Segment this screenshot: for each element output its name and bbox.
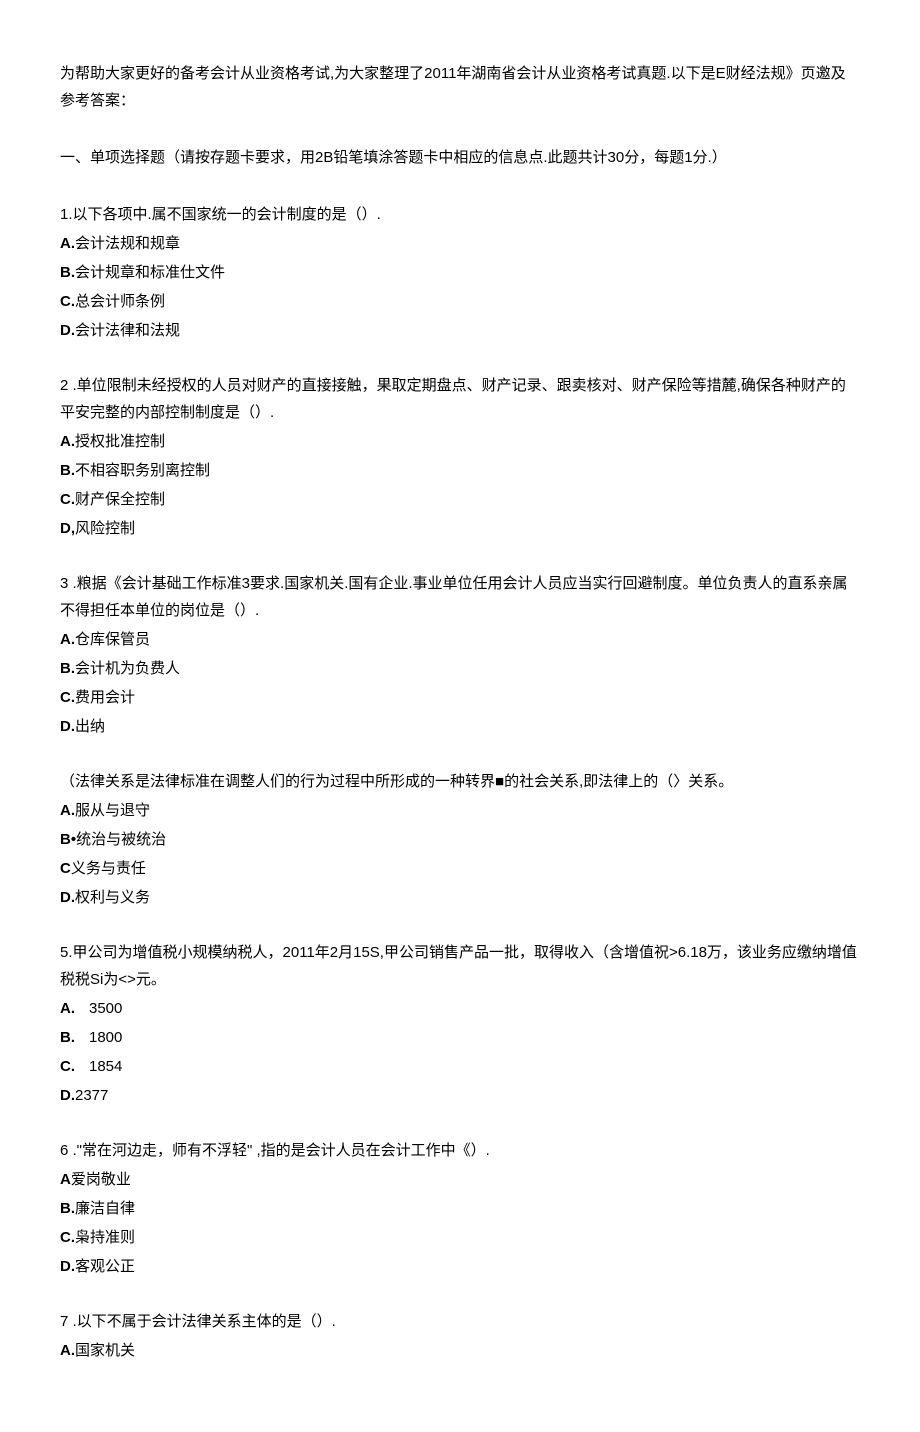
- question-option: A.仓库保管员: [60, 626, 860, 653]
- question-option: D.2377: [60, 1082, 860, 1109]
- option-text: 总会计师条例: [75, 293, 165, 310]
- option-text: 统治与被统治: [76, 831, 166, 848]
- option-label: C.: [60, 491, 75, 508]
- option-label: A.: [60, 1000, 75, 1017]
- question-option: A爱岗敬业: [60, 1166, 860, 1193]
- option-label: A: [60, 1171, 71, 1188]
- question-option: C.总会计师条例: [60, 288, 860, 315]
- option-text: 会计机为负费人: [75, 660, 180, 677]
- question-option: C义务与责任: [60, 855, 860, 882]
- option-label: B.: [60, 264, 75, 281]
- question-stem: 2 .单位限制未经授权的人员对财产的直接接触，果取定期盘点、财产记录、跟卖核对、…: [60, 372, 860, 426]
- option-text: 廉洁自律: [75, 1200, 135, 1217]
- option-label: C.: [60, 689, 75, 706]
- option-text: 1854: [89, 1058, 122, 1075]
- option-label: B.: [60, 1200, 75, 1217]
- option-text: 风险控制: [75, 520, 135, 537]
- questions-container: 1.以下各项中.属不国家统一的会计制度的是（）.A.会计法规和规章B.会计规章和…: [60, 201, 860, 1364]
- option-text: 爱岗敬业: [71, 1171, 131, 1188]
- question-option: C.费用会计: [60, 684, 860, 711]
- question-stem: 1.以下各项中.属不国家统一的会计制度的是（）.: [60, 201, 860, 228]
- option-label: D.: [60, 1087, 75, 1104]
- option-label: B.: [60, 1029, 75, 1046]
- question-block: 5.甲公司为增值税小规模纳税人，2011年2月15S,甲公司销售产品一批，取得收…: [60, 939, 860, 1109]
- question-stem: （法律关系是法律标准在调整人们的行为过程中所形成的一种转界■的社会关系,即法律上…: [60, 768, 860, 795]
- question-option: B.会计机为负费人: [60, 655, 860, 682]
- option-label: B•: [60, 831, 76, 848]
- option-label: A.: [60, 433, 75, 450]
- option-label: C.: [60, 1229, 75, 1246]
- option-label: D.: [60, 1258, 75, 1275]
- question-stem: 6 ."常在河边走，师有不浮轻" ,指的是会计人员在会计工作中《）.: [60, 1137, 860, 1164]
- option-label: A.: [60, 802, 75, 819]
- option-label: C.: [60, 1058, 75, 1075]
- option-text: 义务与责任: [71, 860, 146, 877]
- option-text: 服从与退守: [75, 802, 150, 819]
- section-title: 一、单项选择题（请按存题卡要求，用2B铅笔填涂答题卡中相应的信息点.此题共计30…: [60, 144, 860, 171]
- option-label: C: [60, 860, 71, 877]
- option-label: A.: [60, 631, 75, 648]
- question-option: C.财产保全控制: [60, 486, 860, 513]
- option-text: 授权批准控制: [75, 433, 165, 450]
- question-option: C. 1854: [60, 1053, 860, 1080]
- question-stem: 7 .以下不属于会计法律关系主体的是（）.: [60, 1308, 860, 1335]
- question-option: A.会计法规和规章: [60, 230, 860, 257]
- option-text: 3500: [89, 1000, 122, 1017]
- option-text: 2377: [75, 1087, 108, 1104]
- question-block: （法律关系是法律标准在调整人们的行为过程中所形成的一种转界■的社会关系,即法律上…: [60, 768, 860, 911]
- option-text: 1800: [89, 1029, 122, 1046]
- option-label: D.: [60, 718, 75, 735]
- option-text: 权利与义务: [75, 889, 150, 906]
- question-block: 3 .粮据《会计基础工作标准3要求.国家机关.国有企业.事业单位任用会计人员应当…: [60, 570, 860, 740]
- question-option: D.会计法律和法规: [60, 317, 860, 344]
- option-text: 仓库保管员: [75, 631, 150, 648]
- question-option: A.授权批准控制: [60, 428, 860, 455]
- question-option: D,风险控制: [60, 515, 860, 542]
- question-block: 6 ."常在河边走，师有不浮轻" ,指的是会计人员在会计工作中《）.A爱岗敬业B…: [60, 1137, 860, 1280]
- option-text: 国家机关: [75, 1342, 135, 1359]
- intro-paragraph: 为帮助大家更好的备考会计从业资格考试,为大家整理了2011年湖南省会计从业资格考…: [60, 60, 860, 114]
- question-option: D.出纳: [60, 713, 860, 740]
- option-label: B.: [60, 660, 75, 677]
- question-option: B•统治与被统治: [60, 826, 860, 853]
- option-text: 会计规章和标准仕文件: [75, 264, 225, 281]
- question-stem: 5.甲公司为增值税小规模纳税人，2011年2月15S,甲公司销售产品一批，取得收…: [60, 939, 860, 993]
- question-block: 2 .单位限制未经授权的人员对财产的直接接触，果取定期盘点、财产记录、跟卖核对、…: [60, 372, 860, 542]
- option-label: B.: [60, 462, 75, 479]
- question-option: A.服从与退守: [60, 797, 860, 824]
- option-text: 会计法律和法规: [75, 322, 180, 339]
- option-text: 枭持准则: [75, 1229, 135, 1246]
- option-text: 客观公正: [75, 1258, 135, 1275]
- question-option: B. 1800: [60, 1024, 860, 1051]
- option-label: A.: [60, 235, 75, 252]
- question-block: 1.以下各项中.属不国家统一的会计制度的是（）.A.会计法规和规章B.会计规章和…: [60, 201, 860, 344]
- option-label: A.: [60, 1342, 75, 1359]
- question-option: A.国家机关: [60, 1337, 860, 1364]
- option-label: C.: [60, 293, 75, 310]
- question-stem: 3 .粮据《会计基础工作标准3要求.国家机关.国有企业.事业单位任用会计人员应当…: [60, 570, 860, 624]
- question-option: B.会计规章和标准仕文件: [60, 259, 860, 286]
- question-option: D.权利与义务: [60, 884, 860, 911]
- option-label: D.: [60, 889, 75, 906]
- option-label: D.: [60, 322, 75, 339]
- option-text: 出纳: [75, 718, 105, 735]
- question-block: 7 .以下不属于会计法律关系主体的是（）.A.国家机关: [60, 1308, 860, 1364]
- question-option: C.枭持准则: [60, 1224, 860, 1251]
- question-option: A. 3500: [60, 995, 860, 1022]
- question-option: B.廉洁自律: [60, 1195, 860, 1222]
- option-label: D,: [60, 520, 75, 537]
- question-option: B.不相容职务别离控制: [60, 457, 860, 484]
- option-text: 费用会计: [75, 689, 135, 706]
- option-text: 财产保全控制: [75, 491, 165, 508]
- question-option: D.客观公正: [60, 1253, 860, 1280]
- option-text: 不相容职务别离控制: [75, 462, 210, 479]
- option-text: 会计法规和规章: [75, 235, 180, 252]
